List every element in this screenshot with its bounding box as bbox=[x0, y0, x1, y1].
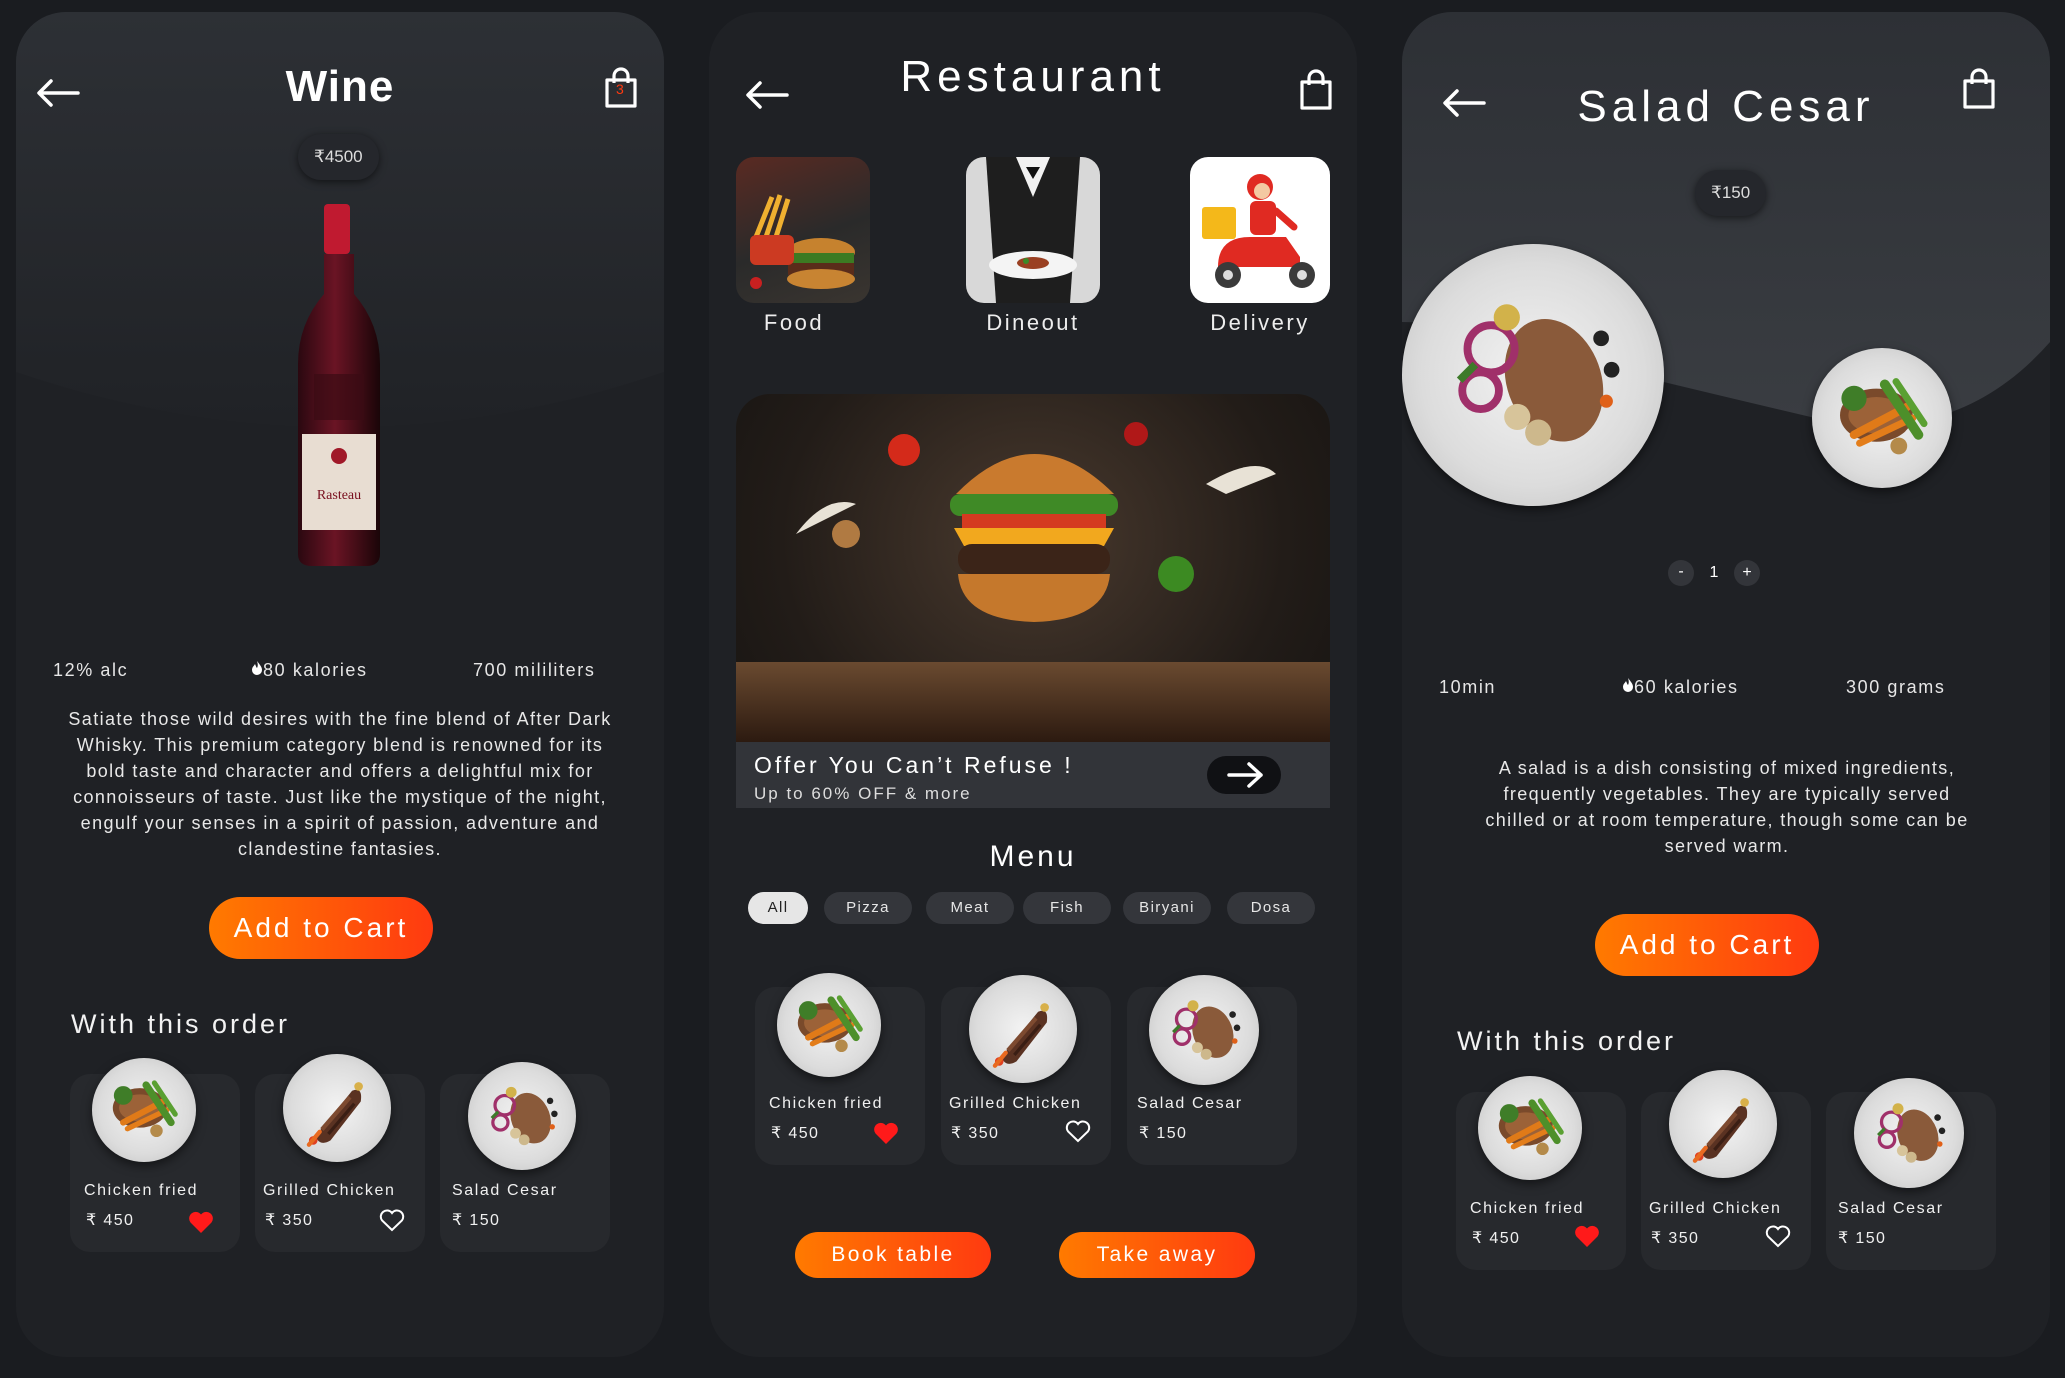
dish-image bbox=[969, 975, 1077, 1083]
filter-fish[interactable]: Fish bbox=[1023, 892, 1111, 924]
arrow-right-icon bbox=[1227, 762, 1263, 788]
order-item-card[interactable]: Chicken fried ₹ 450 bbox=[1456, 1076, 1626, 1270]
item-name: Salad Cesar bbox=[1137, 1095, 1243, 1112]
item-name: Chicken fried bbox=[84, 1182, 199, 1199]
description: A salad is a dish consisting of mixed in… bbox=[1485, 758, 1969, 856]
item-name: Chicken fried bbox=[769, 1095, 884, 1112]
dish-image bbox=[1149, 975, 1259, 1085]
category-food-label[interactable]: Food bbox=[709, 310, 884, 336]
item-name: Grilled Chicken bbox=[949, 1095, 1082, 1112]
stat-kalories: 60 kalories bbox=[1622, 677, 1739, 698]
dish-image bbox=[92, 1058, 196, 1162]
filter-dosa[interactable]: Dosa bbox=[1227, 892, 1315, 924]
item-price: ₹ 450 bbox=[86, 1212, 135, 1229]
wine-bottle-image: Rasteau bbox=[298, 204, 380, 566]
filter-biryani[interactable]: Biryani bbox=[1123, 892, 1211, 924]
page-title: Wine bbox=[285, 62, 395, 111]
offer-subtitle: Up to 60% OFF & more bbox=[754, 784, 972, 803]
menu-title: Menu bbox=[989, 840, 1077, 873]
page-title: Restaurant bbox=[900, 52, 1166, 101]
heart-filled-icon[interactable] bbox=[873, 1121, 899, 1145]
dish-image bbox=[1478, 1076, 1582, 1180]
price-badge: ₹4500 bbox=[298, 134, 379, 180]
item-name: Salad Cesar bbox=[1838, 1200, 1944, 1217]
offer-arrow-button[interactable] bbox=[1207, 756, 1281, 794]
filter-meat[interactable]: Meat bbox=[926, 892, 1014, 924]
stat-alc: 12% alc bbox=[53, 660, 129, 680]
menu-item-card[interactable]: Grilled Chicken ₹ 350 bbox=[941, 975, 1111, 1165]
flame-icon bbox=[1622, 677, 1634, 693]
price-badge: ₹150 bbox=[1695, 170, 1767, 216]
salad-screen: Salad Cesar ₹150 - 1 + 10min 60 kalories… bbox=[1402, 12, 2050, 1357]
category-dineout-label[interactable]: Dineout bbox=[943, 310, 1123, 336]
order-item-card[interactable]: Grilled Chicken ₹ 350 bbox=[255, 1054, 425, 1252]
stat-time: 10min bbox=[1439, 677, 1497, 697]
add-to-cart-button[interactable]: Add to Cart bbox=[209, 897, 433, 959]
offer-title: Offer You Can’t Refuse ! bbox=[754, 752, 1074, 778]
heart-filled-icon[interactable] bbox=[1574, 1224, 1600, 1248]
item-name: Chicken fried bbox=[1470, 1200, 1585, 1217]
secondary-dish-image bbox=[1812, 348, 1952, 488]
offer-footer: Offer You Can’t Refuse ! Up to 60% OFF &… bbox=[736, 742, 1330, 808]
order-item-card[interactable]: Salad Cesar ₹ 150 bbox=[440, 1062, 610, 1252]
take-away-button[interactable]: Take away bbox=[1059, 1232, 1255, 1278]
page-title: Salad Cesar bbox=[1577, 82, 1875, 131]
add-to-cart-button[interactable]: Add to Cart bbox=[1595, 914, 1819, 976]
cart-icon[interactable] bbox=[1961, 68, 1997, 110]
item-price: ₹ 150 bbox=[1139, 1125, 1188, 1142]
stat-volume: 700 mililiters bbox=[473, 660, 596, 680]
quantity-minus-button[interactable]: - bbox=[1668, 560, 1694, 586]
description: Satiate those wild desires with the fine… bbox=[68, 709, 612, 859]
dish-image bbox=[777, 973, 881, 1077]
flame-icon bbox=[251, 660, 263, 676]
offer-banner[interactable]: Offer You Can’t Refuse ! Up to 60% OFF &… bbox=[736, 394, 1330, 808]
cart-count: 3 bbox=[616, 81, 624, 97]
item-price: ₹ 150 bbox=[452, 1212, 501, 1229]
order-item-card[interactable]: Grilled Chicken ₹ 350 bbox=[1641, 1070, 1811, 1270]
item-price: ₹ 350 bbox=[265, 1212, 314, 1229]
dish-image bbox=[283, 1054, 391, 1162]
item-price: ₹ 150 bbox=[1838, 1230, 1887, 1247]
book-table-button[interactable]: Book table bbox=[795, 1232, 991, 1278]
dish-image bbox=[1854, 1078, 1964, 1188]
stat-kalories: 80 kalories bbox=[251, 660, 368, 681]
category-delivery-label[interactable]: Delivery bbox=[1170, 310, 1350, 336]
dish-image bbox=[468, 1062, 576, 1170]
quantity-value: 1 bbox=[1709, 564, 1719, 581]
heart-outline-icon[interactable] bbox=[379, 1208, 405, 1232]
menu-item-card[interactable]: Salad Cesar ₹ 150 bbox=[1127, 975, 1297, 1165]
cart-icon[interactable] bbox=[1298, 69, 1334, 111]
section-title: With this order bbox=[71, 1009, 291, 1039]
cart-icon[interactable]: 3 bbox=[603, 67, 639, 109]
menu-item-card[interactable]: Chicken fried ₹ 450 bbox=[755, 973, 925, 1165]
filter-all[interactable]: All bbox=[748, 892, 808, 924]
item-price: ₹ 450 bbox=[771, 1125, 820, 1142]
bottle-label: Rasteau bbox=[317, 488, 361, 503]
item-name: Grilled Chicken bbox=[263, 1182, 396, 1199]
category-dineout-image[interactable] bbox=[966, 157, 1100, 303]
order-item-card[interactable]: Chicken fried ₹ 450 bbox=[70, 1058, 240, 1252]
quantity-plus-button[interactable]: + bbox=[1734, 560, 1760, 586]
stat-weight: 300 grams bbox=[1846, 677, 1946, 697]
heart-outline-icon[interactable] bbox=[1765, 1224, 1791, 1248]
main-dish-image bbox=[1402, 244, 1664, 506]
item-price: ₹ 450 bbox=[1472, 1230, 1521, 1247]
heart-outline-icon[interactable] bbox=[1065, 1119, 1091, 1143]
item-name: Salad Cesar bbox=[452, 1182, 558, 1199]
item-price: ₹ 350 bbox=[951, 1125, 1000, 1142]
heart-filled-icon[interactable] bbox=[188, 1210, 214, 1234]
category-food-image[interactable] bbox=[736, 157, 870, 303]
burger-image bbox=[736, 422, 1330, 742]
wine-screen: Wine 3 ₹4500 Rasteau 12% alc 80 kalories… bbox=[16, 12, 664, 1357]
item-name: Grilled Chicken bbox=[1649, 1200, 1782, 1217]
filter-pizza[interactable]: Pizza bbox=[824, 892, 912, 924]
category-delivery-image[interactable] bbox=[1190, 157, 1330, 303]
section-title: With this order bbox=[1457, 1026, 1677, 1056]
dish-image bbox=[1669, 1070, 1777, 1178]
order-item-card[interactable]: Salad Cesar ₹ 150 bbox=[1826, 1078, 1996, 1270]
restaurant-screen: Restaurant Food Dineout Delivery Offer Y… bbox=[709, 12, 1357, 1357]
item-price: ₹ 350 bbox=[1651, 1230, 1700, 1247]
